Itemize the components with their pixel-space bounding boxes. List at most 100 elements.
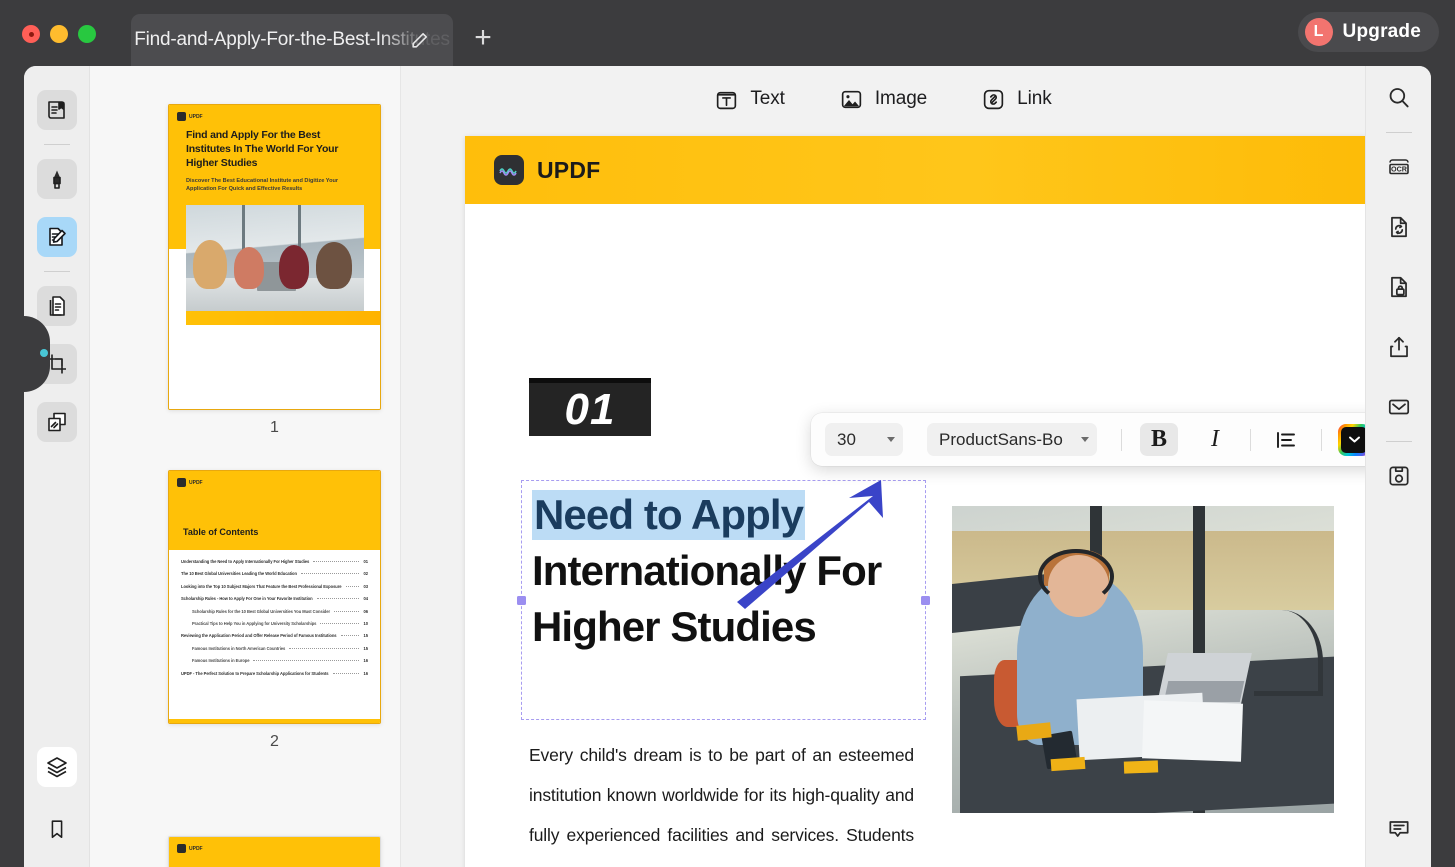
text-format-toolbar[interactable]: 30 ProductSans-Bo B I [811, 413, 1365, 466]
share-button[interactable] [1379, 327, 1419, 367]
toc-dots [320, 623, 359, 624]
sidebar-item-reader[interactable] [37, 90, 77, 130]
toc-dots [334, 611, 359, 612]
updf-mark-icon [177, 478, 186, 487]
protect-button[interactable] [1379, 267, 1419, 307]
close-button[interactable] [22, 25, 40, 43]
rail-divider-1 [44, 144, 70, 145]
maximize-button[interactable] [78, 25, 96, 43]
updf-mark-icon [177, 112, 186, 121]
student-studying-photo[interactable] [952, 506, 1334, 813]
save-button[interactable] [1379, 456, 1419, 496]
document-tab[interactable]: Find-and-Apply-For-the-Best-Institutes [131, 14, 453, 66]
link-icon [981, 87, 1006, 112]
body-paragraph[interactable]: Every child's dream is to be part of an … [529, 736, 914, 867]
section-number-badge: 01 [529, 378, 651, 436]
sidebar-item-edit-pdf[interactable] [37, 217, 77, 257]
minimize-button[interactable] [50, 25, 68, 43]
thumbnail-page-2[interactable]: UPDF Table of Contents Understanding the… [168, 470, 381, 751]
right-rail-divider-1 [1386, 132, 1412, 133]
tool-text[interactable]: Text [714, 87, 784, 112]
toc-row: Practical Tips to Help You in Applying f… [181, 621, 368, 626]
toc-page: 01 [363, 559, 368, 564]
thumb2-updf-logo: UPDF [177, 478, 203, 487]
toc-page: 16 [363, 658, 368, 663]
sidebar-item-batch[interactable] [37, 402, 77, 442]
toc-row: UPDF - The Perfect Solution to Prepare S… [181, 671, 368, 676]
toc-page: 03 [363, 584, 368, 589]
bold-button[interactable]: B [1140, 423, 1178, 456]
text-color-picker[interactable] [1338, 424, 1365, 456]
comment-icon [1386, 816, 1412, 842]
thumb2-logo-text: UPDF [189, 480, 203, 486]
upgrade-button[interactable]: L Upgrade [1298, 12, 1439, 52]
toc-label: Scholarship Rules for the 10 Best Global… [192, 609, 330, 614]
chevron-down-icon [1348, 435, 1361, 444]
font-size-select[interactable]: 30 [825, 423, 903, 456]
toc-dots [333, 673, 360, 674]
sidebar-item-annotate[interactable] [37, 159, 77, 199]
rename-pencil-icon[interactable] [410, 31, 429, 50]
bold-label: B [1151, 426, 1167, 453]
toc-label: Looking into the Top 10 Subject Majors T… [181, 584, 342, 589]
thumbnail-page-1-number: 1 [168, 419, 381, 437]
search-button[interactable] [1379, 78, 1419, 118]
thumbnail-page-1-image[interactable]: UPDF Find and Apply For the Best Institu… [168, 104, 381, 410]
ocr-icon: OCR [1386, 154, 1412, 180]
thumbnail-page-3-image[interactable]: UPDF [168, 836, 381, 867]
toc-row: Famous Institutions in North American Co… [181, 646, 368, 651]
resize-handle-right[interactable] [921, 596, 930, 605]
font-family-select[interactable]: ProductSans-Bo [927, 423, 1097, 456]
toc-page: 04 [363, 596, 368, 601]
right-rail-divider-2 [1386, 441, 1412, 442]
resize-handle-left[interactable] [517, 596, 526, 605]
toc-label: Famous Institutions in North American Co… [192, 646, 285, 651]
document-tab-title: Find-and-Apply-For-the-Best-Institutes [134, 29, 450, 51]
tool-text-label: Text [750, 88, 784, 110]
thumb2-toc-list: Understanding the Need to Apply Internat… [169, 550, 380, 676]
align-button[interactable] [1267, 423, 1305, 456]
toc-row: Famous Institutions in Europe16 [181, 658, 368, 663]
tool-image-label: Image [875, 88, 927, 110]
toc-dots [346, 586, 360, 587]
toc-label: Scholarship Rules - How to Apply For One… [181, 596, 313, 601]
thumbnail-page-1[interactable]: UPDF Find and Apply For the Best Institu… [168, 104, 381, 437]
toc-page: 06 [363, 609, 368, 614]
tool-link[interactable]: Link [981, 87, 1051, 112]
sidebar-item-layers[interactable] [37, 747, 77, 787]
document-canvas[interactable]: Text Image Link [401, 66, 1365, 867]
collapse-indicator-dot [40, 349, 48, 357]
ocr-button[interactable]: OCR [1379, 147, 1419, 187]
left-tool-rail [24, 66, 90, 867]
search-icon [1386, 85, 1412, 111]
avatar: L [1305, 18, 1333, 46]
edit-mode-toolbar: Text Image Link [401, 66, 1365, 132]
toc-dots [317, 598, 360, 599]
align-left-icon [1274, 430, 1298, 450]
convert-button[interactable] [1379, 207, 1419, 247]
toolbar-divider [1250, 429, 1251, 451]
toc-dots [301, 573, 359, 574]
thumb3-logo-text: UPDF [189, 846, 203, 852]
toc-dots [253, 660, 359, 661]
sidebar-item-organize-pages[interactable] [37, 286, 77, 326]
italic-button[interactable]: I [1196, 423, 1234, 456]
thumb-updf-logo: UPDF [177, 112, 203, 121]
toolbar-divider [1121, 429, 1122, 451]
toc-label: The 10 Best Global Universities Leading … [181, 571, 297, 576]
chevron-down-icon [1081, 437, 1089, 442]
new-tab-button[interactable]: + [468, 24, 498, 54]
comment-button[interactable] [1379, 809, 1419, 849]
thumb2-title: Table of Contents [183, 527, 258, 537]
page-thumbnail-panel[interactable]: UPDF Find and Apply For the Best Institu… [90, 66, 401, 867]
thumbnail-page-2-image[interactable]: UPDF Table of Contents Understanding the… [168, 470, 381, 724]
toc-row: Reviewing the Application Period and Off… [181, 633, 368, 638]
mail-button[interactable] [1379, 387, 1419, 427]
font-size-value: 30 [837, 430, 881, 450]
italic-label: I [1211, 426, 1219, 453]
window-controls [22, 25, 96, 43]
tool-image[interactable]: Image [839, 87, 927, 112]
sidebar-item-bookmark[interactable] [37, 809, 77, 849]
right-tool-rail: OCR [1365, 66, 1431, 867]
thumbnail-page-3[interactable]: UPDF [168, 836, 381, 867]
